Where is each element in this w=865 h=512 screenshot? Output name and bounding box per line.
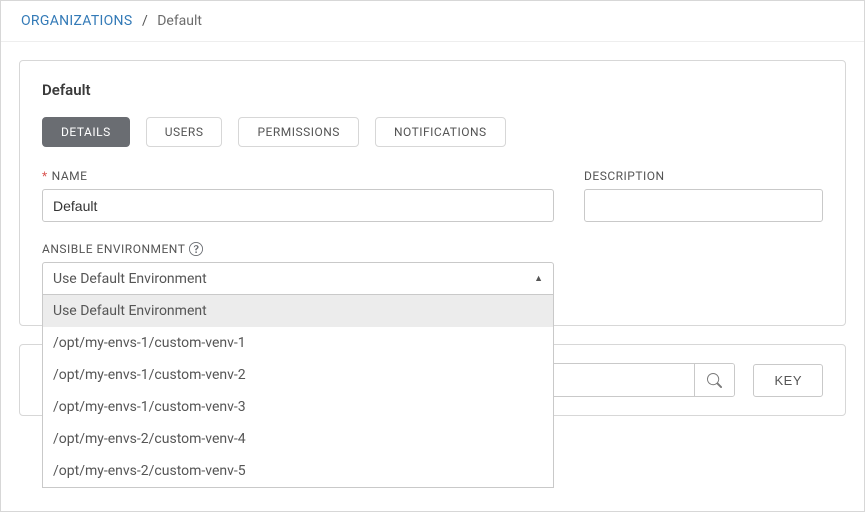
description-label-text: DESCRIPTION (584, 169, 665, 183)
breadcrumb-root-link[interactable]: ORGANIZATIONS (21, 13, 132, 29)
env-group: ANSIBLE ENVIRONMENT Use Default Environm… (42, 242, 554, 295)
description-label: DESCRIPTION (584, 169, 823, 183)
env-label-text: ANSIBLE ENVIRONMENT (42, 242, 185, 256)
content-area: Default DETAILS USERS PERMISSIONS NOTIFI… (1, 41, 864, 416)
page-title: Default (42, 81, 823, 99)
breadcrumb-current: Default (157, 13, 202, 29)
required-marker: * (42, 169, 48, 183)
help-icon[interactable] (189, 242, 203, 256)
description-input[interactable] (584, 189, 823, 222)
env-dropdown: Use Default Environment ▲ Use Default En… (42, 262, 554, 295)
env-option[interactable]: /opt/my-envs-1/custom-venv-3 (43, 391, 553, 423)
tab-users[interactable]: USERS (146, 117, 223, 147)
tab-permissions[interactable]: PERMISSIONS (238, 117, 358, 147)
organization-panel: Default DETAILS USERS PERMISSIONS NOTIFI… (19, 60, 846, 326)
form-row-1: * NAME DESCRIPTION (42, 169, 823, 222)
search-icon (707, 373, 722, 388)
env-selected-value: Use Default Environment (53, 271, 207, 287)
env-dropdown-menu: Use Default Environment /opt/my-envs-1/c… (42, 295, 554, 488)
breadcrumb: ORGANIZATIONS / Default (1, 1, 864, 42)
env-dropdown-toggle[interactable]: Use Default Environment ▲ (42, 262, 554, 295)
description-group: DESCRIPTION (584, 169, 823, 222)
env-option[interactable]: /opt/my-envs-1/custom-venv-2 (43, 359, 553, 391)
env-label: ANSIBLE ENVIRONMENT (42, 242, 554, 256)
name-label-text: NAME (52, 169, 88, 183)
env-option[interactable]: /opt/my-envs-2/custom-venv-5 (43, 455, 553, 487)
caret-up-icon: ▲ (534, 273, 543, 284)
key-button[interactable]: KEY (753, 364, 823, 397)
name-input[interactable] (42, 189, 554, 222)
tab-details[interactable]: DETAILS (42, 117, 130, 147)
tab-list: DETAILS USERS PERMISSIONS NOTIFICATIONS (42, 117, 823, 147)
env-option[interactable]: Use Default Environment (43, 295, 553, 327)
env-option[interactable]: /opt/my-envs-2/custom-venv-4 (43, 423, 553, 455)
name-group: * NAME (42, 169, 554, 222)
search-button[interactable] (694, 364, 734, 396)
tab-notifications[interactable]: NOTIFICATIONS (375, 117, 506, 147)
name-label: * NAME (42, 169, 554, 183)
env-option[interactable]: /opt/my-envs-1/custom-venv-1 (43, 327, 553, 359)
breadcrumb-separator: / (142, 13, 148, 29)
